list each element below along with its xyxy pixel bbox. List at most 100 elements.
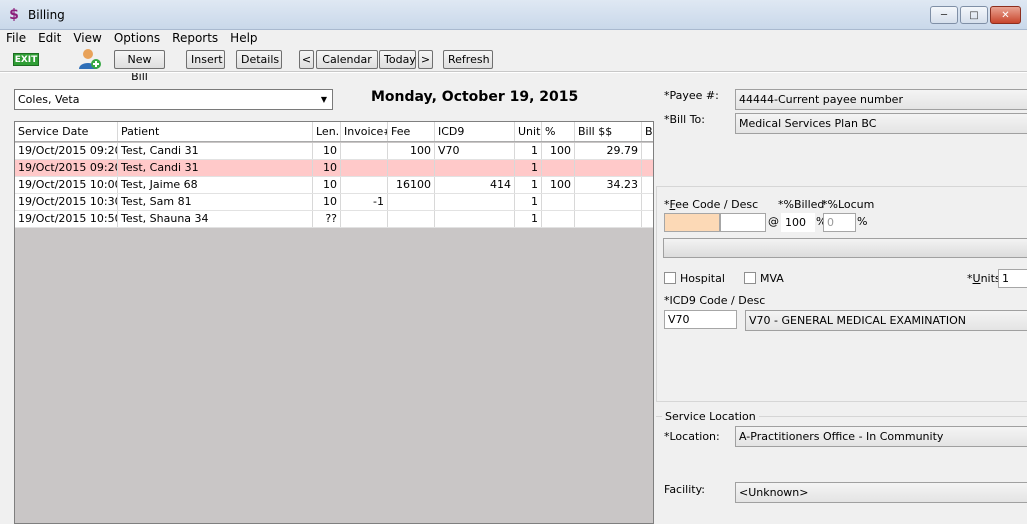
payee-value: 44444-Current payee number [739,93,903,106]
add-user-icon[interactable] [78,48,102,70]
column-header-len[interactable]: Len. [313,122,341,141]
column-header-service-date[interactable]: Service Date [15,122,118,141]
cell-percent [542,194,575,210]
pct-locum-sign: % [857,215,868,228]
menu-reports[interactable]: Reports [166,30,224,46]
cell-units: 1 [515,160,542,176]
menu-edit[interactable]: Edit [32,30,67,46]
column-header-patient[interactable]: Patient [118,122,313,141]
table-row[interactable]: 19/Oct/2015 09:20 Test, Candi 31 10 100 V70 1… [15,143,653,160]
menu-file[interactable]: File [0,30,32,46]
mva-checkbox[interactable] [744,272,756,284]
cell-icd9 [435,194,515,210]
next-day-button[interactable]: > [418,50,433,69]
cell-icd9 [435,211,515,227]
icd9-desc-value: V70 - GENERAL MEDICAL EXAMINATION [749,314,966,327]
cell-patient: Test, Shauna 34 [118,211,313,227]
icd9-label: *ICD9 Code / Desc [664,294,766,307]
column-header-fee[interactable]: Fee [388,122,435,141]
exit-button[interactable]: EXIT [13,53,39,66]
cell-icd9: V70 [435,143,515,159]
table-row[interactable]: 19/Oct/2015 10:30 Test, Sam 81 10 -1 1 [15,194,653,211]
cell-patient: Test, Sam 81 [118,194,313,210]
column-header-bill[interactable]: Bill $$ [575,122,642,141]
cell-units: 1 [515,194,542,210]
mva-label: MVA [760,272,784,285]
cell-bill [575,211,642,227]
insert-button[interactable]: Insert [186,50,225,69]
bill-to-select[interactable]: Medical Services Plan BC [735,113,1027,134]
details-button[interactable]: Details [236,50,282,69]
provider-select[interactable]: Coles, Veta ▼ [14,89,333,110]
provider-value: Coles, Veta [18,93,80,106]
cell-invoice [341,143,388,159]
cell-b [642,143,653,159]
cell-bill [575,194,642,210]
fee-code-input[interactable] [664,213,720,232]
cell-b [642,211,653,227]
pct-locum-label: *%Locum [822,198,875,211]
icd9-code-input[interactable]: V70 [664,310,737,329]
cell-b [642,177,653,193]
toolbar-divider [0,71,1027,73]
cell-units: 1 [515,177,542,193]
fee-description-button[interactable] [663,238,1027,258]
prev-day-button[interactable]: < [299,50,314,69]
cell-invoice: -1 [341,194,388,210]
pct-billed-input[interactable]: 100 [781,213,815,232]
table-row[interactable]: 19/Oct/2015 10:00 Test, Jaime 68 10 16100 41… [15,177,653,194]
refresh-button[interactable]: Refresh [443,50,493,69]
payee-label: *Payee #: [664,89,719,102]
dollar-icon: $ [9,7,19,23]
location-select[interactable]: A-Practitioners Office - In Community [735,426,1027,447]
payee-select[interactable]: 44444-Current payee number [735,89,1027,110]
date-heading: Monday, October 19, 2015 [371,89,579,105]
toolbar: EXIT New Bill Insert Details < Calendar … [0,46,1027,83]
facility-label: Facility: [664,483,706,496]
menu-view[interactable]: View [67,30,107,46]
fee-code-label: *Fee Code / Desc [664,198,759,211]
cell-patient: Test, Candi 31 [118,160,313,176]
pct-locum-input[interactable]: 0 [823,213,856,232]
minimize-button[interactable]: ─ [930,6,958,24]
column-header-percent[interactable]: % [542,122,575,141]
location-label: *Location: [664,430,720,443]
cell-bill [575,160,642,176]
cell-len: ?? [313,211,341,227]
today-button[interactable]: Today [379,50,416,69]
new-bill-button[interactable]: New Bill [114,50,165,83]
fee-desc-input[interactable] [720,213,766,232]
units-input[interactable]: 1 [998,269,1027,288]
cell-icd9: 414 [435,177,515,193]
hospital-checkbox[interactable] [664,272,676,284]
cell-percent: 100 [542,143,575,159]
minimize-icon: ─ [940,9,948,21]
column-header-units[interactable]: Units [515,122,542,141]
column-header-b[interactable]: B [642,122,653,141]
cell-service-date: 19/Oct/2015 10:30 [15,194,118,210]
service-location-heading: Service Location [662,410,759,423]
cell-service-date: 19/Oct/2015 09:20 [15,143,118,159]
grid-header: Service Date Patient Len. Invoice# Fee I… [15,122,653,142]
calendar-button[interactable]: Calendar [316,50,378,69]
cell-fee [388,160,435,176]
cell-invoice [341,177,388,193]
cell-len: 10 [313,177,341,193]
close-button[interactable]: ✕ [990,6,1021,24]
chevron-down-icon: ▼ [320,95,328,104]
table-row[interactable]: 19/Oct/2015 10:50 Test, Shauna 34?? 1 [15,211,653,228]
facility-select[interactable]: <Unknown> [735,482,1027,503]
table-row[interactable]: 19/Oct/2015 09:20 Test, Candi 31 10 1 [15,160,653,177]
at-sign: @ [768,215,779,228]
cell-units: 1 [515,211,542,227]
cell-fee: 100 [388,143,435,159]
maximize-button[interactable]: □ [960,6,988,24]
icd9-desc-select[interactable]: V70 - GENERAL MEDICAL EXAMINATION [745,310,1027,331]
column-header-invoice[interactable]: Invoice# [341,122,388,141]
location-value: A-Practitioners Office - In Community [739,430,944,443]
menu-help[interactable]: Help [224,30,263,46]
menu-options[interactable]: Options [108,30,166,46]
column-header-icd9[interactable]: ICD9 [435,122,515,141]
bills-grid[interactable]: Service Date Patient Len. Invoice# Fee I… [14,121,654,524]
cell-patient: Test, Jaime 68 [118,177,313,193]
